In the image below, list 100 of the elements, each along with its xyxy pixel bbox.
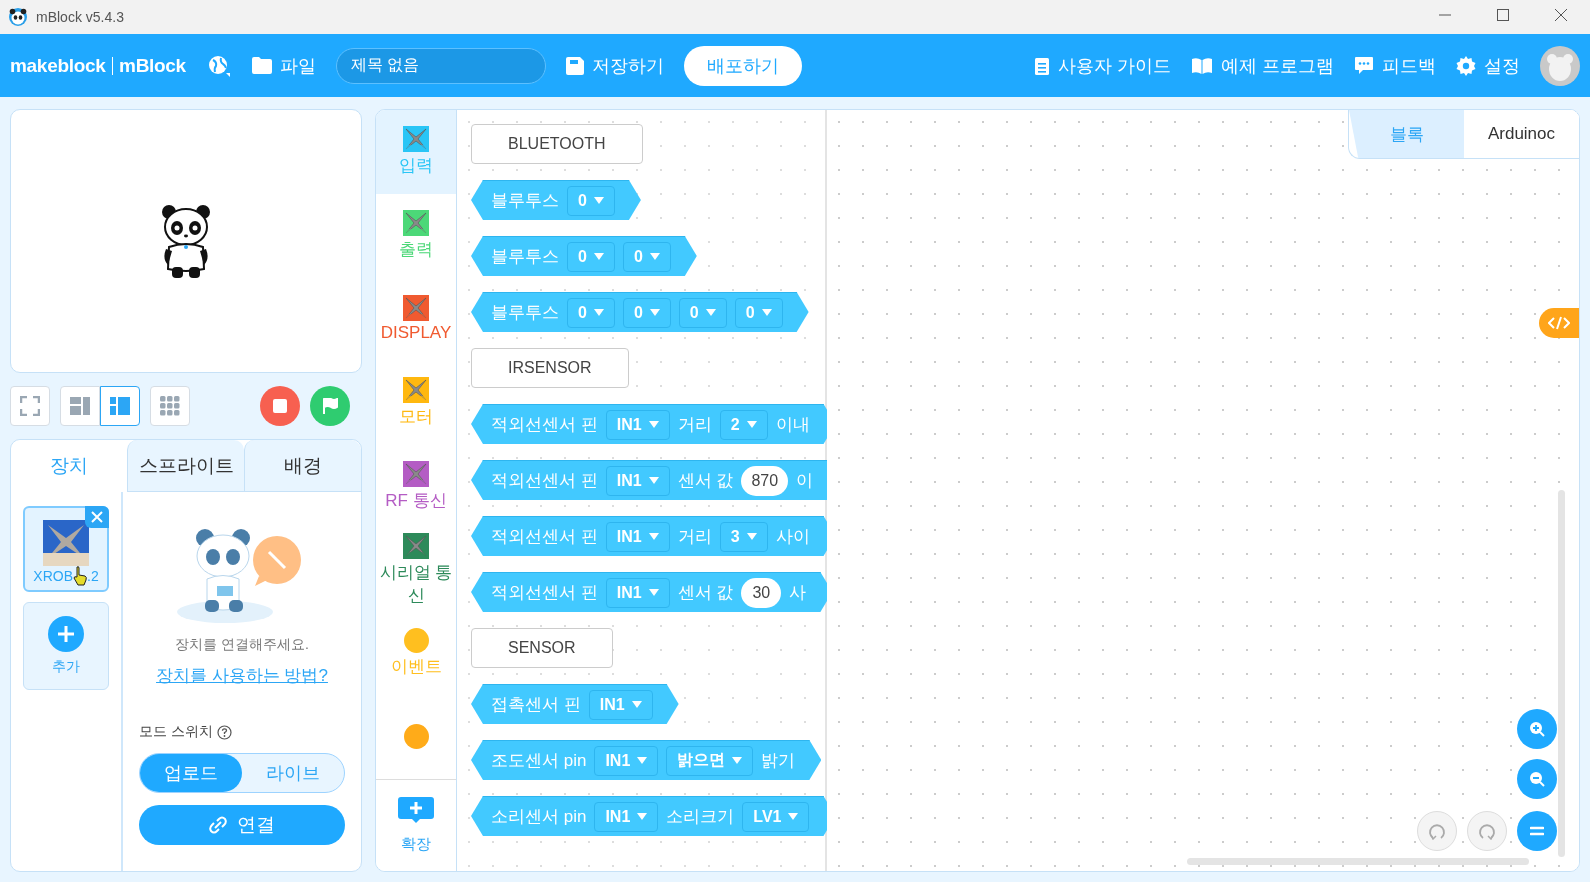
code-block[interactable]: 블루투스 0 (471, 180, 641, 220)
block-text: 이내 (775, 414, 810, 436)
block-dropdown[interactable]: IN1 (594, 801, 659, 832)
extension-button[interactable]: 확장 (376, 778, 456, 871)
menu-item[interactable]: 피드백 (1354, 53, 1436, 78)
block-dropdown[interactable]: 3 (719, 521, 768, 552)
block-dropdown[interactable]: 0 (567, 185, 615, 216)
category-label: 모터 (399, 405, 433, 428)
close-icon (91, 511, 103, 523)
robot-logo-icon (403, 294, 429, 321)
section-label-button[interactable]: BLUETOOTH (471, 124, 643, 164)
block-text: 적외선센서 핀 (491, 414, 598, 436)
category-label: 입력 (399, 155, 433, 178)
block-dropdown[interactable]: IN1 (605, 521, 670, 552)
block-text: 블루투스 (491, 190, 559, 212)
globe-icon[interactable] (207, 54, 230, 77)
block-dropdown[interactable]: 0 (678, 297, 727, 328)
redo-button[interactable] (1467, 811, 1507, 851)
block-text: 적외선센서 핀 (491, 582, 598, 604)
category-label: 이벤트 (390, 656, 442, 679)
robot-logo-icon (403, 376, 429, 403)
block-dropdown[interactable]: 0 (622, 297, 671, 328)
equals-icon (1530, 826, 1544, 836)
mode-option[interactable]: 업로드 (140, 754, 242, 792)
robot-logo-icon (403, 532, 429, 559)
block-text: 조도센서 pin (491, 750, 587, 772)
brand-logo: mBlock (119, 54, 186, 77)
section-label-button[interactable]: SENSOR (471, 628, 613, 668)
section-label-button[interactable]: IRSENSOR (471, 348, 629, 388)
block-text: 블루투스 (491, 246, 559, 268)
code-toggle-button[interactable] (1539, 308, 1579, 338)
block-dropdown[interactable]: IN1 (594, 745, 659, 776)
number-input[interactable]: 30 (741, 577, 782, 608)
menu-item[interactable]: 사용자 가이드 (1033, 53, 1171, 78)
zoom-in-icon (1529, 721, 1545, 737)
script-canvas[interactable]: 블록 Arduinoc (827, 110, 1579, 871)
start-button[interactable] (310, 386, 350, 426)
code-block[interactable]: 접촉센서 핀 IN1 (471, 684, 679, 724)
robot-logo-icon (403, 209, 429, 236)
block-dropdown[interactable]: IN1 (605, 465, 670, 496)
block-dropdown[interactable]: 밝으면 (666, 745, 754, 776)
stop-button[interactable] (260, 386, 300, 426)
help-icon[interactable] (216, 724, 232, 740)
block-dropdown[interactable]: LV1 (742, 801, 810, 832)
robot-logo-icon (403, 126, 429, 153)
publish-button[interactable]: 배포하기 (683, 45, 802, 86)
code-block[interactable]: 조도센서 pin IN1 밝으면 밝기 (471, 740, 822, 780)
reset-zoom-button[interactable] (1517, 811, 1557, 851)
block-dropdown[interactable]: 0 (567, 297, 615, 328)
block-text: 사 (789, 582, 807, 604)
block-text: 거리 (677, 526, 712, 548)
block-dropdown[interactable]: IN1 (605, 409, 670, 440)
file-menu[interactable]: 파일 (251, 53, 316, 78)
project-title-field[interactable]: 제목 없음 (335, 47, 546, 84)
save-menu[interactable]: 저장하기 (565, 53, 664, 78)
block-text: 블루투스 (491, 302, 559, 324)
fullscreen-button[interactable] (10, 386, 50, 426)
vertical-scrollbar[interactable] (1558, 490, 1565, 857)
menu-item[interactable]: 설정 (1456, 53, 1520, 78)
block-text: 소리센서 pin (491, 806, 587, 828)
workspace-tab[interactable]: 블록 (1349, 110, 1464, 158)
block-dropdown[interactable]: 0 (734, 297, 783, 328)
robot-logo-icon (403, 460, 429, 487)
help-link[interactable]: 장치를 사용하는 방법? (139, 664, 345, 687)
block-dropdown[interactable]: 2 (719, 409, 768, 440)
link-icon (209, 816, 227, 834)
flag-icon (322, 398, 338, 414)
number-input[interactable]: 870 (741, 465, 789, 496)
horizontal-scrollbar[interactable] (1187, 858, 1529, 865)
undo-icon (1428, 822, 1446, 840)
category-item[interactable]: 입력 (376, 110, 456, 194)
block-dropdown[interactable]: IN1 (605, 577, 670, 608)
panel-tab[interactable]: 배경 (244, 440, 361, 492)
device-card[interactable]: XROB .2 (23, 506, 109, 592)
undo-button[interactable] (1417, 811, 1457, 851)
menu-item[interactable]: 예제 프로그램 (1191, 53, 1334, 78)
remove-button[interactable] (85, 506, 109, 528)
block-text: 센서 값 (677, 470, 734, 492)
panel-tab[interactable]: 스프라이트 (127, 440, 244, 492)
block-text: 사이 (775, 526, 810, 548)
block-text: 접촉센서 핀 (491, 694, 581, 716)
avatar-icon[interactable] (1540, 45, 1580, 86)
block-dropdown[interactable]: IN1 (588, 689, 653, 720)
category-label: DISPLAY (380, 322, 452, 343)
settings-icon (1456, 55, 1476, 76)
code-block[interactable]: 블루투스 0 0 (471, 236, 697, 276)
connect-button[interactable]: 연결 (139, 805, 345, 845)
category-label: 시리얼 통신 (378, 561, 454, 607)
block-dropdown[interactable]: 0 (622, 241, 671, 272)
grid-button[interactable] (150, 386, 190, 426)
zoom-out-button[interactable] (1517, 759, 1557, 799)
code-block[interactable]: 블루투스 0 0 0 0 (471, 292, 809, 332)
block-dropdown[interactable]: 0 (567, 241, 615, 272)
block-text: 거리 (677, 414, 712, 436)
add-device-button[interactable]: 추가 (23, 602, 109, 690)
zoom-in-button[interactable] (1517, 709, 1557, 749)
mode-option[interactable]: 라이브 (242, 754, 344, 792)
block-text: 센서 값 (677, 582, 734, 604)
redo-icon (1478, 822, 1496, 840)
layout-button[interactable] (100, 386, 140, 426)
